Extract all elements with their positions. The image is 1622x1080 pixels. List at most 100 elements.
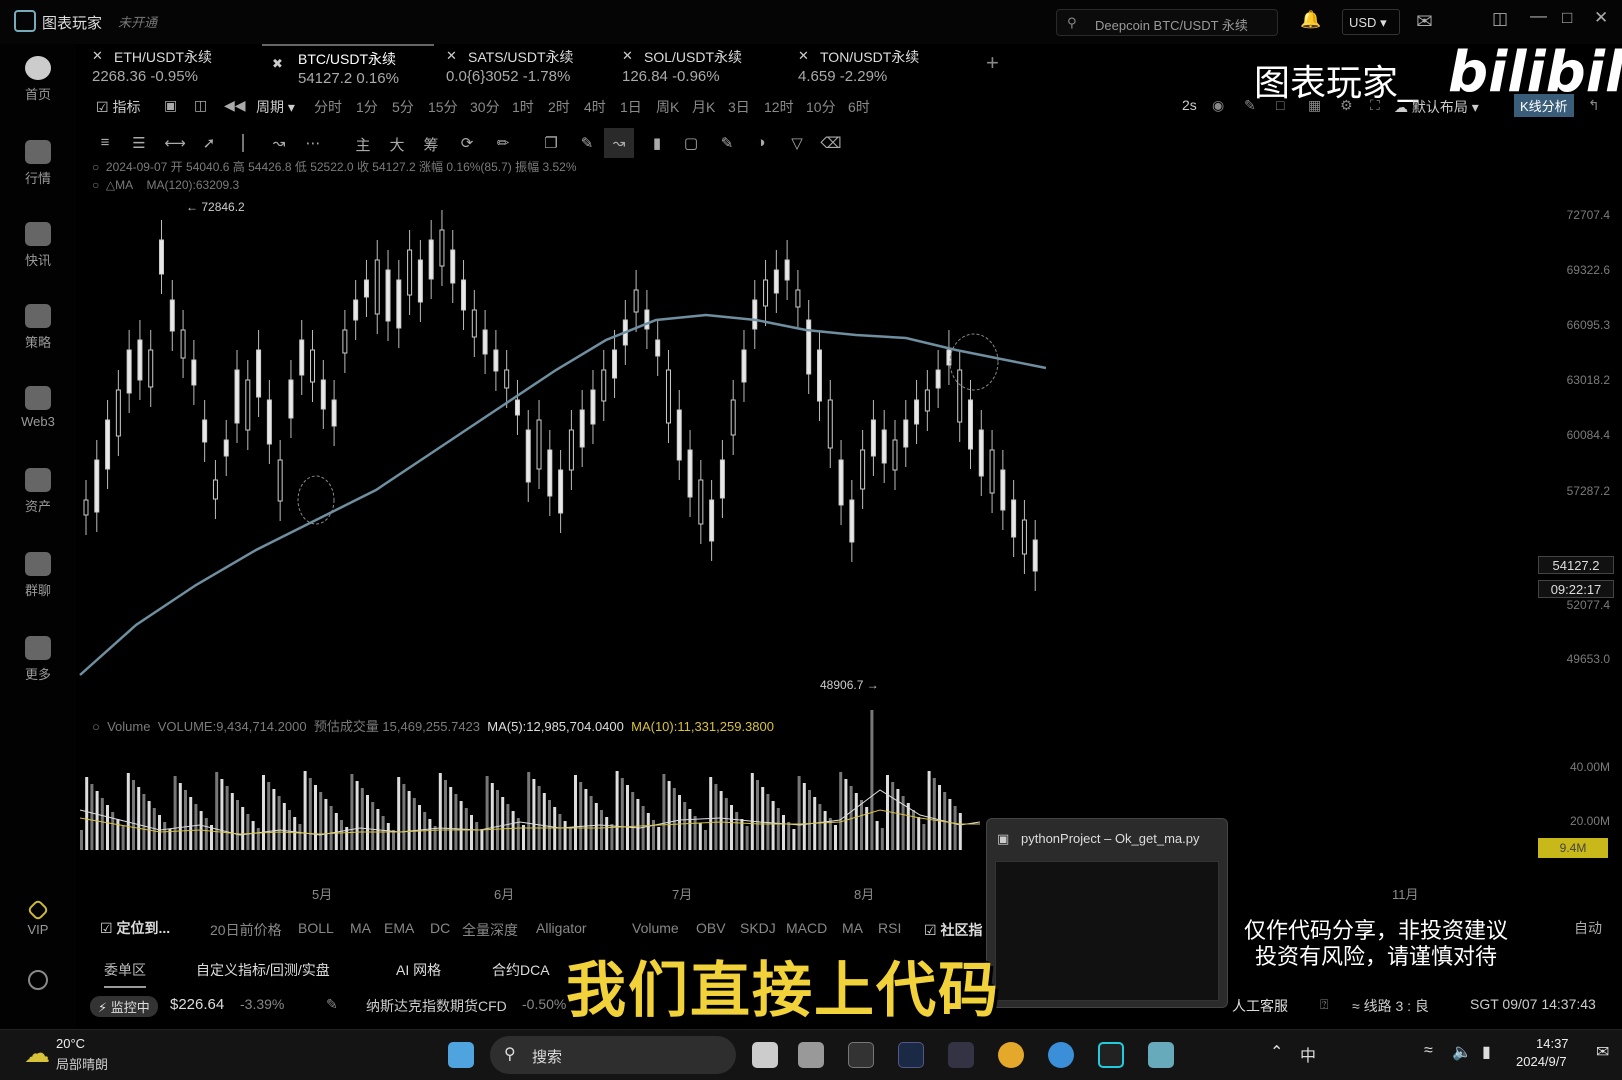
tab-ai-grid[interactable]: AI 网格 (396, 960, 441, 980)
indicator-item[interactable]: 全量深度 (462, 920, 518, 940)
locate-button[interactable]: ☑ 定位到... (100, 918, 170, 938)
chips-button[interactable]: 筹 (420, 134, 442, 156)
comment-icon[interactable]: □ (1276, 97, 1284, 113)
maximize-icon[interactable]: □ (1562, 8, 1572, 28)
edit-icon[interactable]: ✎ (716, 134, 738, 156)
mail-icon[interactable]: ✉ (1416, 9, 1433, 34)
sub-indicator-item[interactable]: MACD (786, 920, 827, 936)
indicator-item[interactable]: MA (350, 920, 371, 936)
add-tab-icon[interactable]: + (986, 50, 999, 76)
share-icon[interactable]: ↰ (1588, 97, 1600, 114)
sub-indicator-item[interactable]: RSI (878, 920, 901, 936)
period-item[interactable]: 15分 (428, 97, 458, 117)
replay-icon[interactable]: ◀◀ (224, 97, 246, 114)
period-item[interactable]: 12时 (764, 97, 794, 117)
pen-icon[interactable]: ✎ (1244, 97, 1256, 114)
fullscreen-icon[interactable]: ⛶ (1370, 97, 1380, 114)
camera-icon[interactable]: ◉ (1212, 97, 1224, 114)
layout-dropdown[interactable]: ☁ 默认布局 ▾ (1394, 97, 1479, 117)
period-item[interactable]: 1分 (356, 97, 378, 117)
filter-icon[interactable]: ▽ (786, 134, 808, 156)
tab-close-icon[interactable]: ✕ (92, 48, 103, 64)
kline-analysis-button[interactable]: K线分析 (1514, 94, 1574, 117)
chat-app-icon[interactable] (1148, 1042, 1174, 1068)
chrome-icon[interactable] (998, 1042, 1024, 1068)
chevron-up-icon[interactable]: ⌃ (1270, 1042, 1283, 1062)
magnet-icon[interactable]: ↝ (604, 128, 634, 158)
period-item[interactable]: 周K (656, 97, 679, 117)
period-item[interactable]: 4时 (584, 97, 606, 117)
sub-indicator-item[interactable]: MA (842, 920, 863, 936)
pycharm-icon[interactable] (1098, 1042, 1124, 1068)
indicator-item[interactable]: Alligator (536, 920, 587, 936)
tool-icon[interactable] (948, 1042, 974, 1068)
copy-icon[interactable]: ❐ (540, 134, 562, 156)
ime-indicator[interactable]: 中 (1300, 1042, 1316, 1066)
currency-select[interactable]: USD ▾ (1342, 9, 1400, 35)
period-item[interactable]: 10分 (806, 97, 836, 117)
monitor-status-badge[interactable]: ⚡ 监控中 (90, 996, 158, 1017)
tab-eth[interactable]: ✕ ETH/USDT永续 2268.36 -0.95% (92, 44, 252, 94)
calendar-icon[interactable]: ▣ (164, 97, 177, 114)
tab-orders[interactable]: 委单区 (104, 960, 146, 988)
sidebar-toggle-icon[interactable]: ◫ (1492, 9, 1508, 29)
ruler-icon[interactable]: ✎ (576, 134, 598, 156)
period-item[interactable]: 2时 (548, 97, 570, 117)
period-item[interactable]: 1时 (512, 97, 534, 117)
period-item[interactable]: 分时 (314, 97, 342, 117)
wifi-icon[interactable]: ≈ (1424, 1042, 1433, 1060)
sidebar-item-assets[interactable]: 资产 (0, 468, 76, 515)
sub-indicator-item[interactable]: OBV (696, 920, 726, 936)
save-icon[interactable]: ▦ (1308, 97, 1321, 114)
ray-icon[interactable]: ↝ (268, 134, 290, 156)
eye-icon[interactable]: ◑ (750, 134, 772, 156)
candle-icon[interactable]: ▮ (646, 134, 668, 156)
ticker-name[interactable]: 纳斯达克指数期货CFD (366, 996, 507, 1016)
period-item[interactable]: 1日 (620, 97, 642, 117)
auto-toggle[interactable]: 自动 (1574, 918, 1602, 938)
tab-close-icon[interactable]: ✕ (446, 48, 457, 64)
sidebar-item-news[interactable]: 快讯 (0, 222, 76, 269)
volume-icon[interactable]: 🔈 (1452, 1042, 1472, 1062)
tab-close-icon[interactable]: ✕ (798, 48, 809, 64)
tab-ton[interactable]: ✕ TON/USDT永续 4.659 -2.29% (798, 44, 958, 94)
start-icon[interactable] (448, 1042, 474, 1068)
tab-close-icon[interactable]: ✕ (622, 48, 633, 64)
close-icon[interactable]: ✕ (1594, 8, 1608, 28)
file-explorer-icon[interactable] (752, 1042, 778, 1068)
sub-indicator-item[interactable]: SKDJ (740, 920, 776, 936)
tab-custom-indicators[interactable]: 自定义指标/回测/实盘 (196, 960, 330, 980)
indicator-item[interactable]: BOLL (298, 920, 334, 936)
sidebar-item-strategy[interactable]: 策略 (0, 304, 76, 351)
community-indicators-button[interactable]: ☑ 社区指 (924, 920, 982, 940)
sidebar-item-more[interactable]: 更多 (0, 636, 76, 683)
indicator-item[interactable]: DC (430, 920, 450, 936)
sidebar-item-vip[interactable]: VIP (0, 898, 76, 937)
tab-contract-dca[interactable]: 合约DCA (492, 960, 550, 980)
python-window-preview[interactable]: ▣ pythonProject – Ok_get_ma.py (986, 818, 1228, 1008)
settings-button[interactable] (0, 970, 76, 994)
sidebar-item-web3[interactable]: Web3 (0, 386, 76, 429)
period-item[interactable]: 6时 (848, 97, 870, 117)
notification-icon[interactable]: ✉ (1596, 1042, 1609, 1062)
sidebar-item-market[interactable]: 行情 (0, 140, 76, 187)
sub-indicator-item[interactable]: Volume (632, 920, 679, 936)
sidebar-item-home[interactable]: 首页 (0, 56, 76, 103)
indicator-item[interactable]: 20日前价格 (210, 920, 282, 940)
menu-icon[interactable]: ≡ (94, 134, 116, 156)
bell-icon[interactable]: 🔔 (1300, 10, 1321, 30)
terminal-icon[interactable] (898, 1042, 924, 1068)
lines-icon[interactable]: ☰ (128, 134, 150, 156)
trash-icon[interactable]: ⌫ (820, 134, 842, 156)
period-item[interactable]: 30分 (470, 97, 500, 117)
tab-sol[interactable]: ✕ SOL/USDT永续 126.84 -0.96% (622, 44, 782, 94)
period-item[interactable]: 月K (692, 97, 715, 117)
main-chart-button[interactable]: 主 (352, 134, 374, 156)
tab-btc[interactable]: ✖ BTC/USDT永续 54127.2 0.16% (262, 44, 434, 94)
taskbar-search[interactable]: ⚲ 搜索 (490, 1036, 736, 1074)
indicator-item[interactable]: EMA (384, 920, 414, 936)
edit-icon[interactable]: ✎ (326, 996, 338, 1013)
big-button[interactable]: 大 (386, 134, 408, 156)
cycle-dropdown[interactable]: 周期 ▾ (256, 97, 295, 117)
trend-line-icon[interactable]: ➚ (198, 134, 220, 156)
